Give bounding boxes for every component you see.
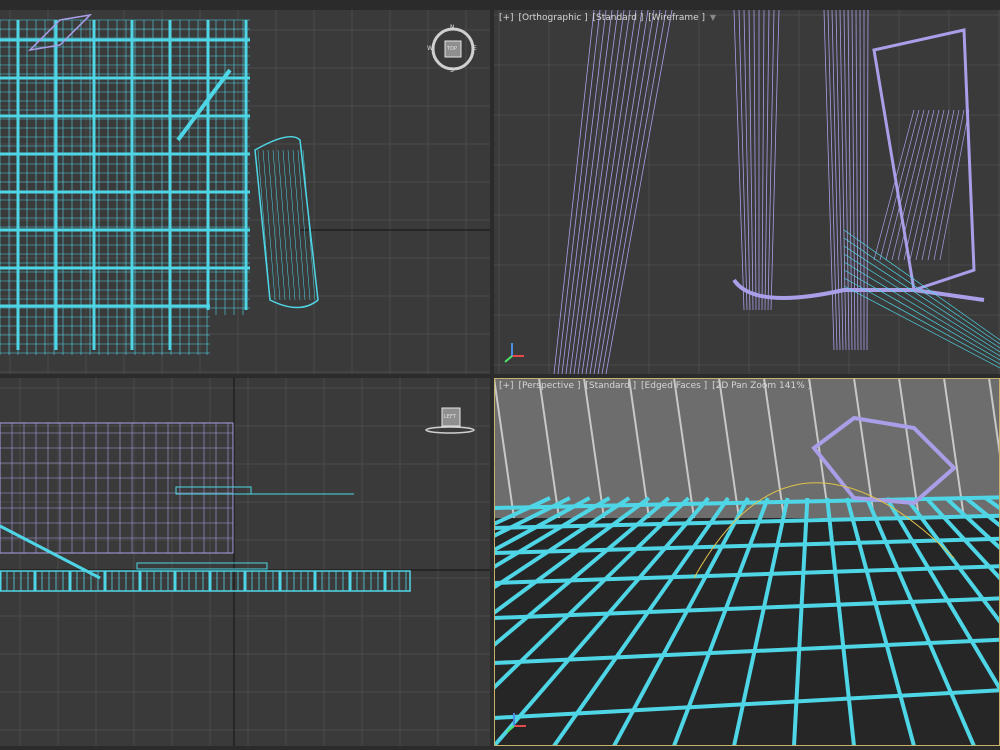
filter-icon[interactable]: ▼: [710, 13, 716, 22]
viewport-pan-zoom[interactable]: [2D Pan Zoom 141% ]: [712, 381, 811, 391]
viewport-shading-standard[interactable]: [Standard ]: [593, 13, 644, 23]
viewport-display-mode[interactable]: [Edged Faces ]: [641, 381, 707, 391]
viewport-left[interactable]: LEFT: [0, 378, 490, 746]
axis-tripod-icon: [500, 338, 528, 366]
viewport-shading-standard[interactable]: [Standard ]: [585, 381, 636, 391]
viewport-perspective[interactable]: [+] [Perspective ] [Standard ] [Edged Fa…: [494, 378, 1000, 746]
viewport-orthographic-label: [+] [Orthographic ] [Standard ] [Wirefra…: [499, 13, 718, 23]
viewport-perspective-canvas: [494, 378, 1000, 746]
viewport-top-canvas: [0, 10, 490, 374]
viewport-orthographic-canvas: [494, 10, 1000, 374]
compass-s: S: [450, 67, 454, 74]
compass-w: W: [427, 45, 433, 52]
viewport-point-of-view[interactable]: [Perspective ]: [518, 381, 580, 391]
viewport-menu-plus[interactable]: [+]: [499, 13, 514, 23]
viewcube-compass-icon[interactable]: N S W E TOP: [427, 24, 478, 74]
viewport-point-of-view[interactable]: [Orthographic ]: [518, 13, 587, 23]
viewport-perspective-label: [+] [Perspective ] [Standard ] [Edged Fa…: [499, 381, 813, 391]
viewcube-left-icon[interactable]: LEFT: [424, 406, 476, 436]
lattice-side-wireframe: [0, 422, 411, 592]
viewport-left-canvas: [0, 378, 490, 746]
viewport-top[interactable]: N S W E TOP: [0, 10, 490, 374]
viewcube-top-text: TOP: [447, 46, 458, 52]
viewport-display-mode[interactable]: [Wireframe ]: [648, 13, 705, 23]
viewport-orthographic[interactable]: [+] [Orthographic ] [Standard ] [Wirefra…: [494, 10, 1000, 374]
axis-tripod-icon: [502, 708, 530, 736]
compass-n: N: [450, 24, 455, 31]
viewport-menu-plus[interactable]: [+]: [499, 381, 514, 391]
compass-e: E: [473, 45, 477, 52]
viewcube-left-text: LEFT: [444, 414, 456, 420]
